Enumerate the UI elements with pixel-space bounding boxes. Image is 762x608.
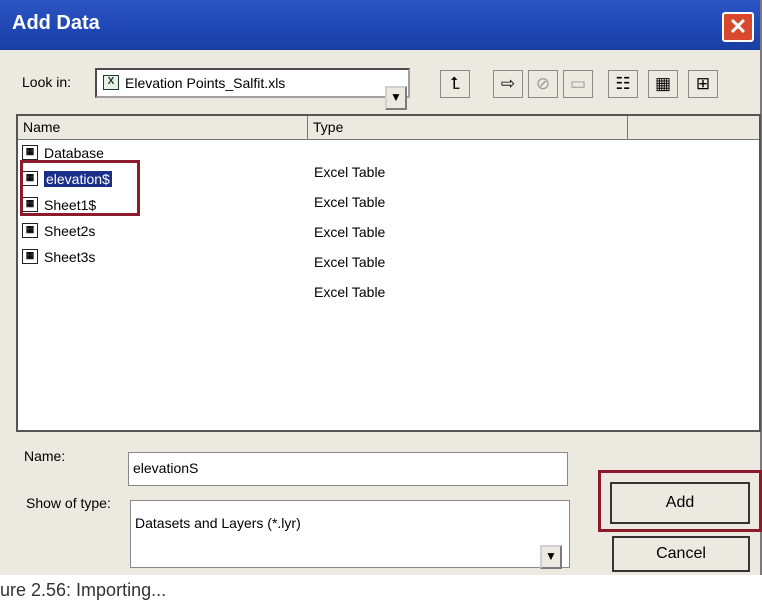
item-type: Excel Table — [314, 254, 386, 270]
show-of-type-label: Show of type: — [26, 495, 111, 511]
name-field[interactable]: elevationS — [128, 452, 568, 486]
add-data-dialog: Add Data ✕ Look in: X Elevation Points_S… — [0, 0, 762, 575]
connect-folder-button[interactable]: ⇨ — [493, 70, 523, 98]
list-item[interactable]: ▦ Sheet3s — [22, 246, 95, 268]
table-icon: ▦ — [22, 145, 38, 160]
item-type: Excel Table — [314, 194, 386, 210]
table-icon: ▦ — [22, 223, 38, 238]
item-type: Excel Table — [314, 284, 386, 300]
thumbnails-view-icon: ⊞ — [695, 74, 711, 93]
disconnect-folder-button[interactable]: ⊘ — [528, 70, 558, 98]
up-folder-icon: ⮤ — [449, 74, 461, 93]
window-title: Add Data — [12, 12, 100, 34]
add-button[interactable]: Add — [610, 482, 750, 524]
look-in-dropdown[interactable]: X Elevation Points_Salfit.xls — [95, 68, 410, 98]
close-button[interactable]: ✕ — [722, 12, 754, 42]
disconnect-folder-icon: ⊘ — [535, 74, 551, 93]
chevron-down-icon: ▼ — [390, 90, 402, 104]
highlight-frame — [20, 160, 140, 216]
thumbnails-view-button[interactable]: ⊞ — [688, 70, 718, 98]
excel-workbook-icon: X — [103, 75, 119, 90]
connect-folder-icon: ⇨ — [500, 74, 516, 93]
show-of-type-dropdown-arrow[interactable]: ▼ — [540, 545, 562, 569]
look-in-value: Elevation Points_Salfit.xls — [125, 75, 286, 91]
list-item[interactable]: ▦ Sheet2s — [22, 220, 95, 242]
up-one-level-button[interactable]: ⮤ — [440, 70, 470, 98]
close-icon: ✕ — [728, 14, 748, 39]
name-label: Name: — [24, 448, 66, 464]
list-view-icon: ☷ — [615, 74, 631, 93]
table-icon: ▦ — [22, 249, 38, 264]
item-type: Excel Table — [314, 224, 386, 240]
details-view-icon: ▦ — [654, 74, 672, 93]
cancel-button[interactable]: Cancel — [612, 536, 750, 572]
figure-caption: ure 2.56: Importing... — [0, 580, 167, 600]
contents-list[interactable]: Name Type ▦ Database ▦ elevation$ ▦ Shee… — [16, 114, 761, 432]
list-view-button[interactable]: ☷ — [608, 70, 638, 98]
item-type: Excel Table — [314, 164, 386, 180]
title-bar[interactable]: Add Data ✕ — [0, 0, 760, 50]
look-in-dropdown-arrow[interactable]: ▼ — [385, 86, 407, 110]
new-folder-button[interactable]: ▭ — [563, 70, 593, 98]
show-of-type-dropdown[interactable]: Datasets and Layers (*.lyr) — [130, 500, 570, 568]
column-header-blank — [628, 116, 759, 140]
column-header-name[interactable]: Name — [18, 116, 308, 140]
chevron-down-icon: ▼ — [545, 549, 557, 563]
column-header-type[interactable]: Type — [308, 116, 628, 140]
new-folder-icon: ▭ — [569, 74, 587, 93]
details-view-button[interactable]: ▦ — [648, 70, 678, 98]
look-in-label: Look in: — [22, 74, 72, 90]
